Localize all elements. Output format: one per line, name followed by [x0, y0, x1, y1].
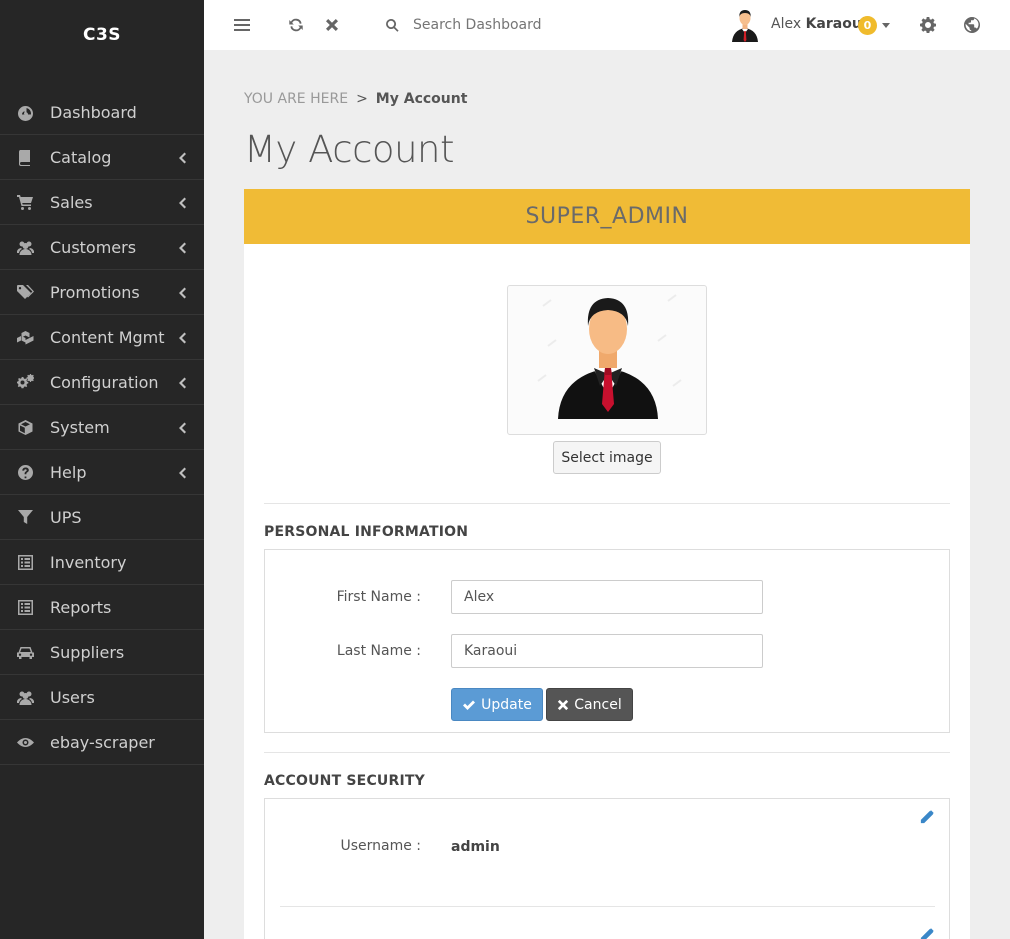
search-icon	[382, 15, 402, 35]
profile-image	[507, 285, 707, 435]
gear-icon[interactable]	[918, 15, 938, 35]
cart-icon	[16, 193, 34, 211]
chevron-left-icon	[178, 240, 186, 254]
book-icon	[16, 148, 34, 166]
chevron-left-icon	[178, 420, 186, 434]
topbar: Alex Karaoui 0	[204, 0, 1010, 50]
users-icon	[16, 238, 34, 256]
question-circle-icon	[16, 463, 34, 481]
cogs-icon	[16, 373, 34, 391]
sidebar-item-ebay-scraper[interactable]: ebay-scraper	[0, 720, 204, 765]
cancel-button[interactable]: Cancel	[546, 688, 633, 721]
search-input[interactable]	[409, 12, 709, 38]
update-button[interactable]: Update	[451, 688, 543, 721]
car-icon	[16, 643, 34, 661]
sidebar-item-catalog[interactable]: Catalog	[0, 135, 204, 180]
tags-icon	[16, 283, 34, 301]
last-name-label: Last Name :	[336, 643, 421, 659]
cubes-icon	[16, 328, 34, 346]
eye-icon	[16, 733, 34, 751]
list-alt-icon	[16, 553, 34, 571]
select-image-button[interactable]: Select image	[553, 441, 661, 474]
sidebar-item-label: Catalog	[50, 147, 112, 167]
dashboard-icon	[16, 104, 34, 122]
breadcrumb-separator: >	[356, 91, 368, 107]
times-icon	[558, 699, 569, 710]
chevron-left-icon	[178, 330, 186, 344]
close-icon[interactable]	[322, 15, 342, 35]
refresh-icon[interactable]	[286, 15, 306, 35]
sidebar-item-label: Help	[50, 462, 87, 482]
sidebar-item-label: Sales	[50, 192, 93, 212]
user-first-name: Alex	[771, 16, 802, 32]
check-icon	[463, 700, 476, 710]
username-value: admin	[451, 839, 500, 855]
user-avatar[interactable]	[730, 8, 760, 42]
sidebar-item-label: Dashboard	[50, 103, 137, 122]
sidebar-item-users[interactable]: Users	[0, 675, 204, 720]
breadcrumb-current: My Account	[375, 91, 468, 107]
first-name-label: First Name :	[336, 589, 421, 605]
sidebar-item-configuration[interactable]: Configuration	[0, 360, 204, 405]
sidebar-item-ups[interactable]: UPS	[0, 495, 204, 540]
sidebar-item-reports[interactable]: Reports	[0, 585, 204, 630]
username-label: Username :	[340, 838, 421, 854]
sidebar-item-label: Reports	[50, 597, 112, 617]
sidebar-item-dashboard[interactable]: Dashboard	[0, 90, 204, 135]
globe-icon[interactable]	[962, 15, 982, 35]
sidebar-item-label: System	[50, 417, 110, 437]
update-button-label: Update	[481, 696, 532, 713]
chevron-left-icon	[178, 150, 186, 164]
cube-icon	[16, 418, 34, 436]
cancel-button-label: Cancel	[574, 696, 622, 713]
sidebar-item-suppliers[interactable]: Suppliers	[0, 630, 204, 675]
list-alt-icon	[16, 598, 34, 616]
breadcrumb: YOU ARE HERE > My Account	[244, 91, 467, 107]
divider	[280, 906, 935, 907]
sidebar-item-label: Promotions	[50, 282, 140, 302]
first-name-field[interactable]	[451, 580, 763, 614]
sidebar-item-label: Content Mgmt	[50, 327, 165, 347]
users-icon	[16, 688, 34, 706]
sidebar-nav: Dashboard Catalog Sales Customers Promotions…	[0, 90, 204, 765]
sidebar-item-inventory[interactable]: Inventory	[0, 540, 204, 585]
page-title: My Account	[244, 128, 454, 171]
notification-badge[interactable]: 0	[858, 16, 877, 35]
sidebar: C3S Dashboard Catalog Sales Customers Promot…	[0, 0, 204, 939]
sidebar-item-help[interactable]: Help	[0, 450, 204, 495]
filter-icon	[16, 508, 34, 526]
chevron-left-icon	[178, 285, 186, 299]
sidebar-item-label: Inventory	[50, 552, 127, 572]
edit-password-icon[interactable]	[919, 928, 935, 939]
breadcrumb-prefix: YOU ARE HERE	[244, 91, 349, 107]
sidebar-item-label: Configuration	[50, 372, 159, 392]
personal-info-panel: First Name : Last Name : Update Cancel	[264, 549, 950, 733]
account-security-panel: Username : admin	[264, 798, 950, 939]
divider	[264, 503, 950, 504]
chevron-left-icon	[178, 195, 186, 209]
sidebar-item-content-mgmt[interactable]: Content Mgmt	[0, 315, 204, 360]
chevron-left-icon	[178, 465, 186, 479]
account-security-title: ACCOUNT SECURITY	[264, 773, 425, 789]
edit-username-icon[interactable]	[919, 810, 935, 826]
chevron-down-icon[interactable]	[882, 23, 890, 28]
chevron-left-icon	[178, 375, 186, 389]
sidebar-item-system[interactable]: System	[0, 405, 204, 450]
user-name[interactable]: Alex Karaoui	[771, 16, 867, 32]
sidebar-item-label: Users	[50, 687, 95, 707]
sidebar-item-promotions[interactable]: Promotions	[0, 270, 204, 315]
sidebar-item-label: UPS	[50, 507, 82, 527]
brand-logo[interactable]: C3S	[0, 0, 204, 70]
menu-toggle-icon[interactable]	[232, 15, 252, 35]
last-name-field[interactable]	[451, 634, 763, 668]
sidebar-item-label: ebay-scraper	[50, 732, 155, 752]
sidebar-item-label: Suppliers	[50, 642, 125, 662]
sidebar-item-label: Customers	[50, 237, 137, 257]
account-card: SUPER_ADMIN Select image PERSONAL INFORM…	[244, 189, 970, 939]
role-banner: SUPER_ADMIN	[244, 189, 970, 244]
sidebar-item-customers[interactable]: Customers	[0, 225, 204, 270]
divider	[264, 752, 950, 753]
personal-info-title: PERSONAL INFORMATION	[264, 524, 469, 540]
sidebar-item-sales[interactable]: Sales	[0, 180, 204, 225]
